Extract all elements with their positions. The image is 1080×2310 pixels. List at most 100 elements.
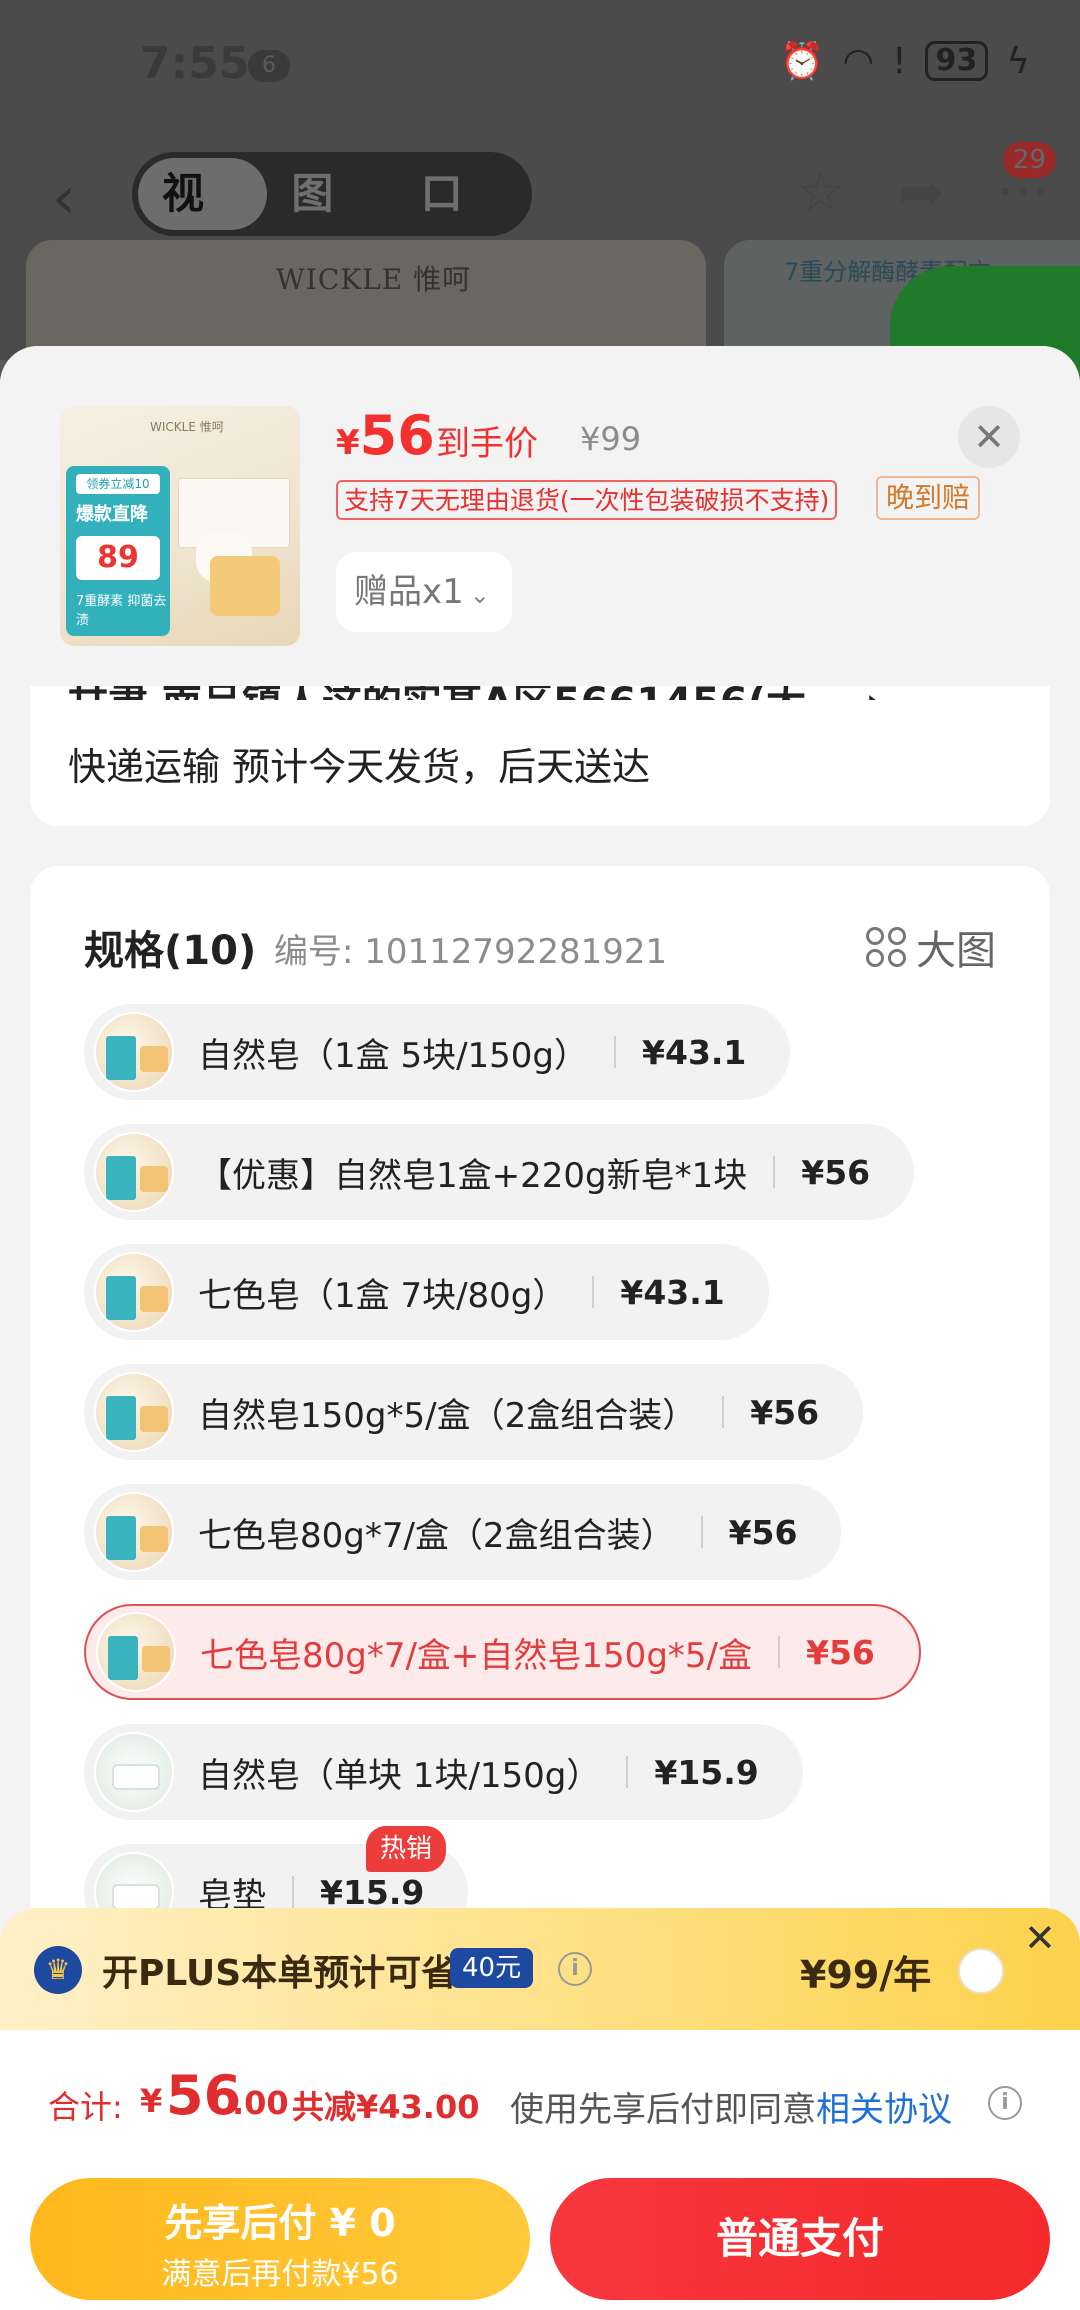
option-divider <box>700 1516 703 1548</box>
shipping-info: 快递运输 预计今天发货，后天送达 <box>68 745 651 789</box>
top-nav: ‹ 视频 图集 口碑 ☆ ➦ ··· 29 <box>0 140 1080 290</box>
chevron-down-icon: ⌄ <box>469 581 490 609</box>
option-price: ¥15.9 <box>320 1872 425 1912</box>
tab-gallery[interactable]: 图集 <box>267 158 396 290</box>
option-price: ¥43.1 <box>642 1032 747 1072</box>
price-currency: ¥ <box>336 423 360 463</box>
total-discount: 共减¥43.00 <box>292 2088 480 2126</box>
thumb-promo-panel: 领券立减10 爆款直降 89 7重酵素 抑菌去渍 <box>66 466 170 636</box>
spec-option[interactable]: 自然皂（单块 1块/150g） ¥15.9 <box>84 1724 803 1820</box>
agreement-text: 使用先享后付即同意相关协议 <box>510 2082 952 2131</box>
total-integer: 56 <box>166 2064 242 2127</box>
grid-view-icon <box>866 927 906 967</box>
spec-option[interactable]: 自然皂（1盒 5块/150g） ¥43.1 <box>84 1004 791 1100</box>
notification-count: 6 <box>248 50 290 82</box>
thumb-promo: 爆款直降 <box>76 504 148 525</box>
plus-save-badge: 40元 <box>450 1948 534 1988</box>
tab-reviews[interactable]: 口碑 <box>397 158 526 290</box>
option-image <box>94 1732 174 1812</box>
share-icon[interactable]: ➦ <box>898 160 945 225</box>
close-icon[interactable]: ✕ <box>958 406 1020 468</box>
sheet-header: WICKLE 惟呵 领券立减10 爆款直降 89 7重酵素 抑菌去渍 ¥56 到… <box>0 346 1080 686</box>
option-divider <box>614 1036 617 1068</box>
option-price: ¥56 <box>801 1152 871 1192</box>
option-name: 自然皂（1盒 5块/150g） <box>198 1035 589 1076</box>
battery-indicator: 93 <box>924 41 989 81</box>
spec-code: 编号: 10112792281921 <box>274 932 668 972</box>
normal-pay-button[interactable]: 普通支付 <box>550 2178 1050 2300</box>
hot-sale-badge: 热销 <box>366 1826 447 1872</box>
option-name: 七色皂80g*7/盒+自然皂150g*5/盒 <box>200 1635 752 1676</box>
alarm-icon: ⏰ <box>779 41 825 82</box>
thumb-brand: WICKLE 惟呵 <box>150 420 224 434</box>
option-divider <box>292 1876 294 1908</box>
charging-icon: ϟ <box>1006 40 1030 82</box>
close-icon[interactable]: ✕ <box>1024 1916 1056 1960</box>
option-divider <box>722 1396 725 1428</box>
pay-later-title: 先享后付 ¥ 0 <box>164 2201 396 2245</box>
favorite-star-icon[interactable]: ☆ <box>795 160 845 225</box>
agreement-link[interactable]: 相关协议 <box>816 2090 952 2130</box>
option-name: 自然皂150g*5/盒（2盒组合装） <box>198 1395 697 1436</box>
action-bar: 先享后付 ¥ 0 满意后再付款¥56 普通支付 <box>0 2164 1080 2310</box>
option-price: ¥56 <box>806 1632 875 1672</box>
option-divider <box>592 1276 595 1308</box>
original-price: ¥99 <box>580 420 642 458</box>
total-currency: ¥ <box>140 2082 163 2120</box>
big-image-label: 大图 <box>916 928 996 974</box>
gift-label: 赠品x1 <box>354 572 464 612</box>
option-image <box>94 1372 174 1452</box>
big-image-toggle[interactable]: 大图 <box>866 918 996 976</box>
pay-later-subtitle: 满意后再付款¥56 <box>161 2257 399 2292</box>
option-name: 七色皂80g*7/盒（2盒组合装） <box>198 1515 675 1556</box>
price-label: 到手价 <box>436 424 538 464</box>
plus-membership-bar[interactable]: ♛ 开PLUS本单预计可省 40元 i ¥99/年 ✕ <box>0 1908 1080 2030</box>
plus-text: 开PLUS本单预计可省 <box>102 1953 458 1994</box>
late-compensation-tag: 晚到赔 <box>876 476 981 520</box>
status-bar: 7:55 6 ⏰ ◠ ! 93 ϟ <box>0 0 1080 130</box>
spec-option-selected[interactable]: 七色皂80g*7/盒+自然皂150g*5/盒 ¥56 <box>84 1604 921 1700</box>
thumb-coupon: 领券立减10 <box>76 474 160 494</box>
crown-icon: ♛ <box>34 1946 82 1994</box>
option-price: ¥56 <box>728 1512 798 1552</box>
spec-option[interactable]: 七色皂（1盒 7块/80g） ¥43.1 <box>84 1244 769 1340</box>
plus-radio[interactable] <box>958 1948 1004 1994</box>
wifi-icon: ◠ <box>842 40 875 82</box>
thumb-note: 7重酵素 抑菌去渍 <box>76 594 167 628</box>
product-thumbnail[interactable]: WICKLE 惟呵 领券立减10 爆款直降 89 7重酵素 抑菌去渍 <box>60 406 300 646</box>
gift-selector[interactable]: 赠品x1 ⌄ <box>336 552 512 632</box>
thumb-soap-stack <box>210 556 280 616</box>
total-label: 合计: <box>48 2088 123 2126</box>
option-image <box>94 1252 174 1332</box>
message-badge: 29 <box>1002 142 1056 178</box>
info-icon[interactable]: i <box>558 1952 592 1986</box>
current-price: ¥56 <box>336 404 435 467</box>
option-name: 自然皂（单块 1块/150g） <box>198 1755 601 1796</box>
option-price: ¥15.9 <box>654 1752 759 1792</box>
option-divider <box>778 1636 780 1668</box>
tab-video[interactable]: 视频 <box>138 158 268 290</box>
spec-option[interactable]: 【优惠】自然皂1盒+220g新皂*1块 ¥56 <box>84 1124 915 1220</box>
spec-title: 规格(10) <box>84 928 257 974</box>
pay-later-button[interactable]: 先享后付 ¥ 0 满意后再付款¥56 <box>30 2178 530 2300</box>
info-icon[interactable]: i <box>988 2086 1022 2120</box>
option-name: 七色皂（1盒 7块/80g） <box>198 1275 567 1316</box>
option-name: 【优惠】自然皂1盒+220g新皂*1块 <box>198 1155 748 1196</box>
agreement-prefix: 使用先享后付即同意 <box>510 2090 816 2130</box>
option-divider <box>773 1156 776 1188</box>
return-policy-tag: 支持7天无理由退货(一次性包装破损不支持) <box>336 480 838 520</box>
spec-card: 规格(10) 编号: 10112792281921 大图 自然皂（1盒 5块/1… <box>30 866 1050 2066</box>
option-image <box>94 1012 174 1092</box>
total-decimal: .00 <box>232 2084 289 2122</box>
option-image <box>94 1132 174 1212</box>
plus-price: ¥99/年 <box>800 1953 932 1997</box>
media-tabs: 视频 图集 口碑 <box>132 152 532 290</box>
option-divider <box>626 1756 629 1788</box>
back-icon[interactable]: ‹ <box>52 168 76 228</box>
option-image <box>94 1492 174 1572</box>
spec-option[interactable]: 七色皂80g*7/盒（2盒组合装） ¥56 <box>84 1484 842 1580</box>
price-value: 56 <box>359 404 435 467</box>
spec-option[interactable]: 自然皂150g*5/盒（2盒组合装） ¥56 <box>84 1364 864 1460</box>
option-image <box>96 1612 176 1692</box>
status-icons: ⏰ ◠ ! 93 ϟ <box>779 40 1030 83</box>
